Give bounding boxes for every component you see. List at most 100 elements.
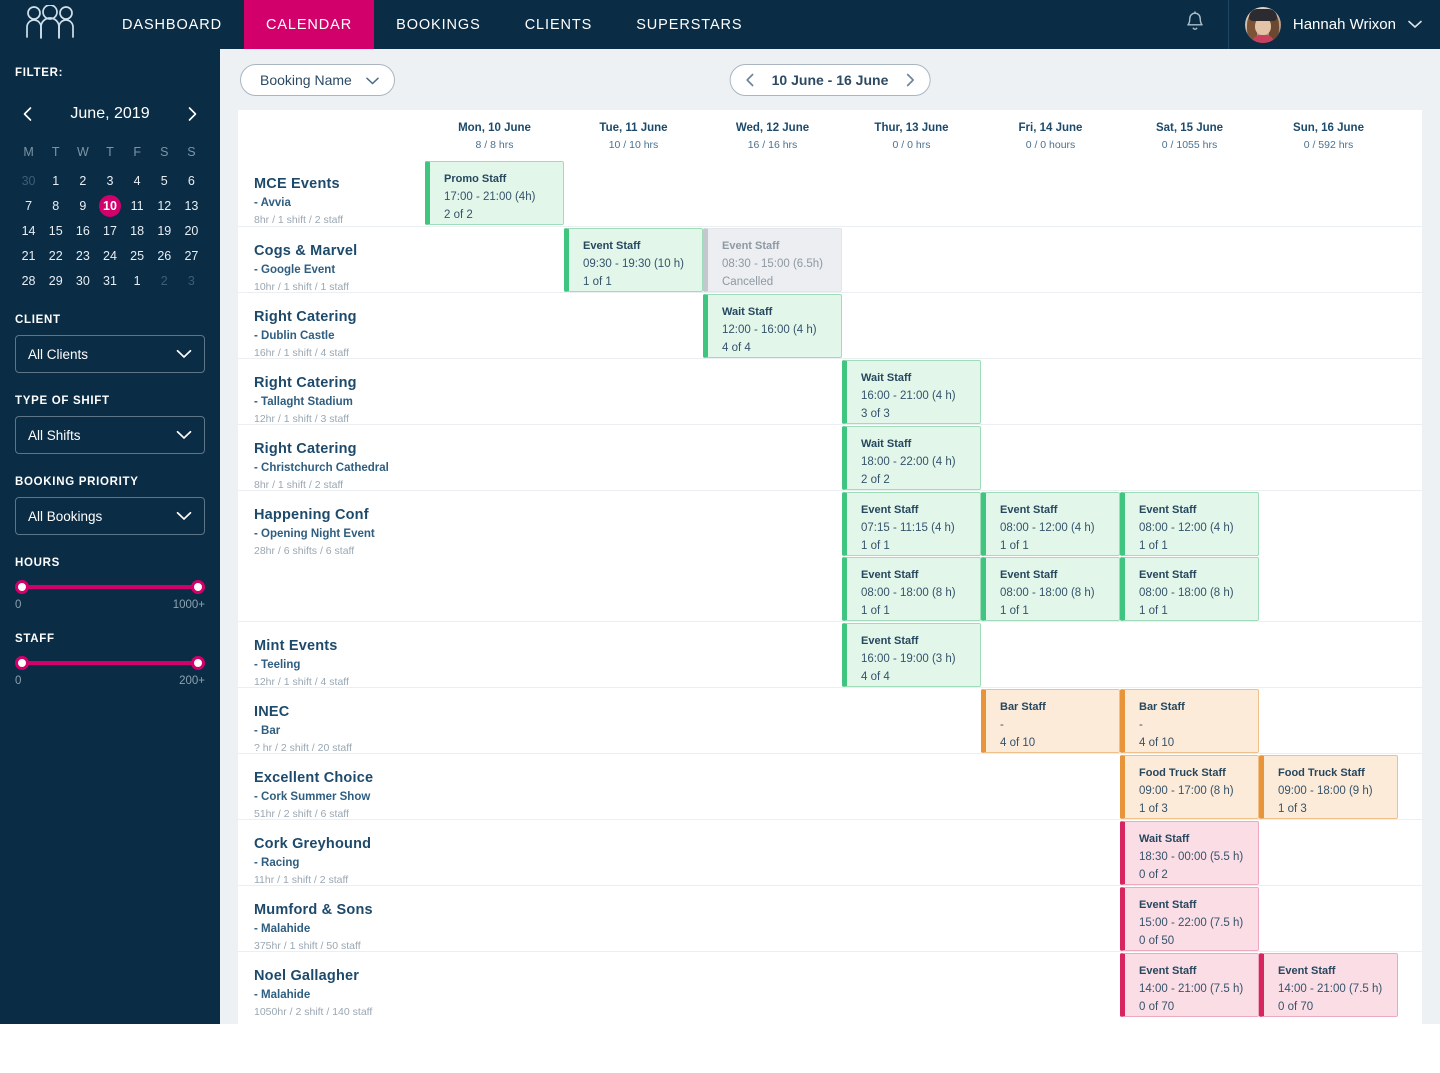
booking-row[interactable]: Noel Gallagher - Malahide 1050hr / 2 shift… — [238, 951, 1422, 1018]
booking-info: Mint Events - Teeling 12hr / 1 shift / 4 s… — [238, 622, 425, 688]
calendar-day-22[interactable]: 22 — [45, 245, 67, 267]
booking-row[interactable]: INEC - Bar? hr / 2 shift / 20 staff Bar St… — [238, 687, 1422, 754]
shift-card[interactable]: Bar Staff - 4 of 10 — [981, 689, 1120, 753]
shift-role: Event Staff — [722, 240, 780, 252]
booking-name-select[interactable]: Booking Name — [240, 63, 395, 96]
shift-card[interactable]: Bar Staff - 4 of 10 — [1120, 689, 1259, 753]
shift-select[interactable]: All Shifts — [15, 416, 205, 454]
calendar-day-6[interactable]: 6 — [180, 170, 202, 192]
shift-card[interactable]: Wait Staff 18:30 - 00:00 (5.5 h) 0 of 2 — [1120, 821, 1259, 885]
calendar-day-2[interactable]: 2 — [72, 170, 94, 192]
calendar-day-15[interactable]: 15 — [45, 220, 67, 242]
staff-slider-min-handle[interactable] — [15, 656, 29, 670]
calendar-day-10[interactable]: 10 — [98, 195, 121, 217]
next-month-button[interactable] — [183, 105, 201, 123]
shift-card[interactable]: Promo Staff 17:00 - 21:00 (4h) 2 of 2 — [425, 161, 564, 225]
calendar-day-4[interactable]: 4 — [126, 170, 148, 192]
prev-month-button[interactable] — [19, 105, 37, 123]
hours-range-slider[interactable]: 0 1000+ — [15, 580, 205, 611]
booking-shift-grid: Event Staff 09:30 - 19:30 (10 h) 1 of 1 Eve… — [425, 227, 1422, 292]
booking-row[interactable]: Cork Greyhound - Racing 11hr / 1 shift / 2… — [238, 819, 1422, 886]
staff-slider-max-handle[interactable] — [191, 656, 205, 670]
calendar-day-2[interactable]: 2 — [153, 270, 175, 292]
hours-slider-track[interactable] — [15, 580, 205, 594]
shift-card[interactable]: Event Staff 08:00 - 18:00 (8 h) 1 of 1 — [1120, 557, 1259, 621]
app-logo[interactable] — [0, 0, 100, 49]
nav-item-calendar[interactable]: CALENDAR — [243, 0, 375, 49]
calendar-day-3[interactable]: 3 — [99, 170, 121, 192]
booking-row[interactable]: MCE Events - Avvia 8hr / 1 shift / 2 staff… — [238, 160, 1422, 226]
client-select[interactable]: All Clients — [15, 335, 205, 373]
nav-item-dashboard[interactable]: DASHBOARD — [100, 0, 244, 49]
shift-card[interactable]: Event Staff 15:00 - 22:00 (7.5 h) 0 of 50 — [1120, 887, 1259, 951]
calendar-day-1[interactable]: 1 — [126, 270, 148, 292]
user-name-label: Hannah Wrixon — [1292, 16, 1396, 33]
shift-card[interactable]: Event Staff 07:15 - 11:15 (4 h) 1 of 1 — [842, 492, 981, 556]
shift-card[interactable]: Wait Staff 16:00 - 21:00 (4 h) 3 of 3 — [842, 360, 981, 424]
calendar-day-27[interactable]: 27 — [180, 245, 202, 267]
shift-card[interactable]: Event Staff 08:00 - 18:00 (8 h) 1 of 1 — [842, 557, 981, 621]
mini-calendar[interactable]: M T W T F S S 30 1 2 3 4 5 6 7 8 9 10 11 12 13 14 15 16 17 18 19 20… — [15, 145, 205, 292]
shift-card[interactable]: Event Staff 08:00 - 12:00 (4 h) 1 of 1 — [1120, 492, 1259, 556]
shift-card[interactable]: Event Staff 16:00 - 19:00 (3 h) 4 of 4 — [842, 623, 981, 687]
booking-row[interactable]: Cogs & Marvel - Google Event 10hr / 1 shif… — [238, 226, 1422, 293]
shift-card[interactable]: Event Staff 09:30 - 19:30 (10 h) 1 of 1 — [564, 228, 703, 292]
nav-item-superstars[interactable]: SUPERSTARS — [614, 0, 764, 49]
calendar-day-17[interactable]: 17 — [99, 220, 121, 242]
user-menu[interactable]: Hannah Wrixon — [1227, 0, 1440, 49]
shift-card[interactable]: Wait Staff 12:00 - 16:00 (4 h) 4 of 4 — [703, 294, 842, 358]
shift-card[interactable]: Wait Staff 18:00 - 22:00 (4 h) 2 of 2 — [842, 426, 981, 490]
calendar-day-5[interactable]: 5 — [153, 170, 175, 192]
calendar-day-30[interactable]: 30 — [18, 170, 40, 192]
notifications-button[interactable] — [1162, 11, 1228, 38]
shift-card[interactable]: Food Truck Staff 09:00 - 17:00 (8 h) 1 of … — [1120, 755, 1259, 819]
hours-slider-min-handle[interactable] — [15, 580, 29, 594]
prev-week-button[interactable] — [745, 73, 756, 87]
calendar-day-24[interactable]: 24 — [99, 245, 121, 267]
calendar-day-30[interactable]: 30 — [72, 270, 94, 292]
booking-row[interactable]: Right Catering - Christchurch Cathedral 8h… — [238, 424, 1422, 491]
day-header-date: Fri, 14 June — [1018, 122, 1083, 134]
hours-slider-max-handle[interactable] — [191, 580, 205, 594]
nav-item-clients[interactable]: CLIENTS — [503, 0, 615, 49]
shift-card[interactable]: Event Staff 08:30 - 15:00 (6.5h) Cancelled — [703, 228, 842, 292]
booking-row[interactable]: Happening Conf - Opening Night Event 28hr … — [238, 490, 1422, 621]
calendar-day-11[interactable]: 11 — [126, 195, 148, 217]
calendar-day-7[interactable]: 7 — [18, 195, 40, 217]
calendar-day-9[interactable]: 9 — [72, 195, 94, 217]
calendar-day-3[interactable]: 3 — [180, 270, 202, 292]
shift-card[interactable]: Event Staff 14:00 - 21:00 (7.5 h) 0 of 70 — [1120, 953, 1259, 1017]
shift-card[interactable]: Event Staff 08:00 - 18:00 (8 h) 1 of 1 — [981, 557, 1120, 621]
booking-row[interactable]: Excellent Choice - Cork Summer Show 51hr /… — [238, 753, 1422, 820]
booking-row[interactable]: Mumford & Sons - Malahide 375hr / 1 shift … — [238, 885, 1422, 952]
booking-info: Excellent Choice - Cork Summer Show 51hr /… — [238, 754, 425, 820]
booking-row[interactable]: Mint Events - Teeling 12hr / 1 shift / 4 s… — [238, 621, 1422, 688]
priority-select[interactable]: All Bookings — [15, 497, 205, 535]
next-week-button[interactable] — [904, 73, 915, 87]
shift-card[interactable]: Event Staff 08:00 - 12:00 (4 h) 1 of 1 — [981, 492, 1120, 556]
calendar-day-14[interactable]: 14 — [18, 220, 40, 242]
calendar-day-13[interactable]: 13 — [180, 195, 202, 217]
staff-slider-track[interactable] — [15, 656, 205, 670]
booking-row[interactable]: Right Catering - Tallaght Stadium 12hr / 1… — [238, 358, 1422, 425]
calendar-day-29[interactable]: 29 — [45, 270, 67, 292]
calendar-day-19[interactable]: 19 — [153, 220, 175, 242]
calendar-day-12[interactable]: 12 — [153, 195, 175, 217]
calendar-day-8[interactable]: 8 — [45, 195, 67, 217]
shift-card[interactable]: Food Truck Staff 09:00 - 18:00 (9 h) 1 of … — [1259, 755, 1398, 819]
calendar-day-1[interactable]: 1 — [45, 170, 67, 192]
shift-card[interactable]: Event Staff 14:00 - 21:00 (7.5 h) 0 of 70 — [1259, 953, 1398, 1017]
avatar — [1244, 6, 1281, 43]
calendar-day-21[interactable]: 21 — [18, 245, 40, 267]
calendar-day-31[interactable]: 31 — [99, 270, 121, 292]
nav-item-bookings[interactable]: BOOKINGS — [374, 0, 503, 49]
calendar-day-28[interactable]: 28 — [18, 270, 40, 292]
calendar-day-20[interactable]: 20 — [180, 220, 202, 242]
calendar-day-23[interactable]: 23 — [72, 245, 94, 267]
calendar-day-18[interactable]: 18 — [126, 220, 148, 242]
calendar-day-25[interactable]: 25 — [126, 245, 148, 267]
calendar-day-16[interactable]: 16 — [72, 220, 94, 242]
calendar-day-26[interactable]: 26 — [153, 245, 175, 267]
staff-range-slider[interactable]: 0 200+ — [15, 656, 205, 687]
booking-row[interactable]: Right Catering - Dublin Castle 16hr / 1 sh… — [238, 292, 1422, 359]
